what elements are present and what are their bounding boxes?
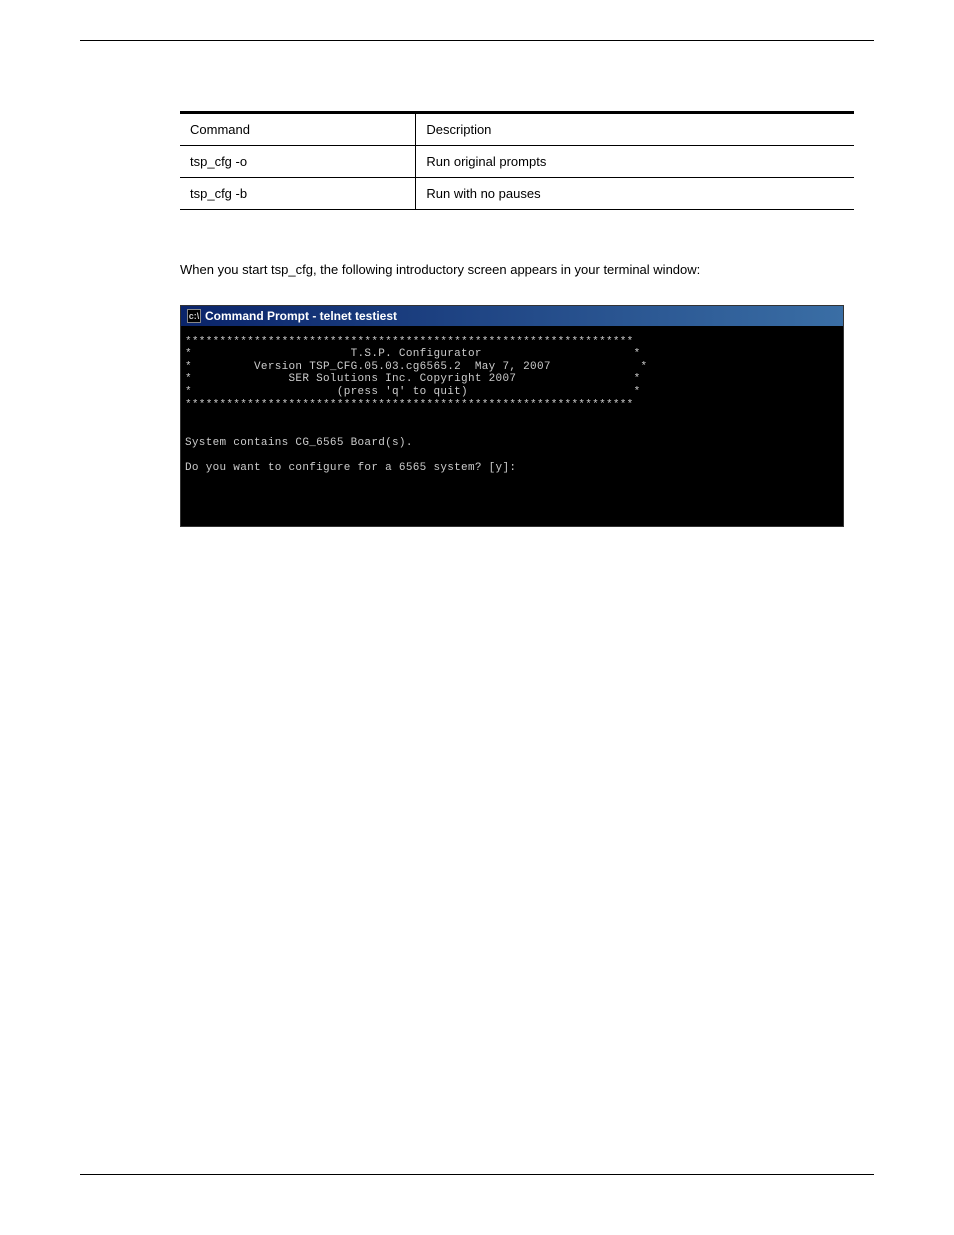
intro-paragraph: When you start tsp_cfg, the following in… xyxy=(180,260,854,280)
table-cell: Run original prompts xyxy=(416,146,854,178)
table-header-command: Command xyxy=(180,113,416,146)
terminal-title: Command Prompt - telnet testiest xyxy=(205,309,397,323)
command-prompt-icon: c:\ xyxy=(187,309,201,323)
page-content: Command Description tsp_cfg -o Run origi… xyxy=(180,111,854,527)
terminal-window: c:\ Command Prompt - telnet testiest ***… xyxy=(180,305,844,527)
table-cell: Run with no pauses xyxy=(416,178,854,210)
table-cell: tsp_cfg -o xyxy=(180,146,416,178)
table-row: tsp_cfg -b Run with no pauses xyxy=(180,178,854,210)
table-row: tsp_cfg -o Run original prompts xyxy=(180,146,854,178)
header-rule xyxy=(80,40,874,41)
command-table: Command Description tsp_cfg -o Run origi… xyxy=(180,111,854,210)
terminal-titlebar: c:\ Command Prompt - telnet testiest xyxy=(181,306,843,326)
footer-rule xyxy=(80,1174,874,1175)
terminal-output: ****************************************… xyxy=(181,326,843,526)
table-header-description: Description xyxy=(416,113,854,146)
table-cell: tsp_cfg -b xyxy=(180,178,416,210)
